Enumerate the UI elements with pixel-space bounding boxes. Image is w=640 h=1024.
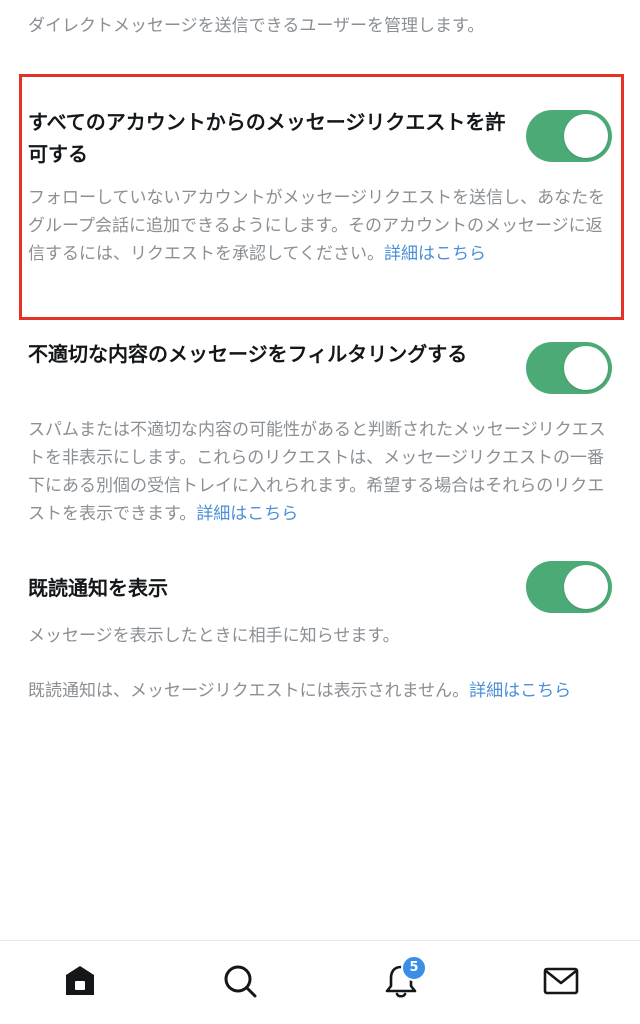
bottom-tab-bar: 5 — [0, 940, 640, 1024]
filter-messages-toggle[interactable] — [526, 342, 612, 394]
home-icon — [66, 966, 94, 995]
messages-icon — [543, 967, 579, 995]
tab-notifications[interactable]: 5 — [379, 955, 427, 1003]
search-icon — [224, 965, 257, 998]
setting-desc-filter: スパムまたは不適切な内容の可能性があると判断されたメッセージリクエストを非表示に… — [28, 420, 606, 524]
toggle-knob — [564, 565, 608, 609]
tab-search[interactable] — [218, 959, 262, 1003]
learn-more-link[interactable]: 詳細はこちら — [196, 504, 298, 524]
notification-badge: 5 — [401, 955, 427, 981]
read-receipts-toggle[interactable] — [526, 561, 612, 613]
setting-note-read-receipts: 既読通知は、メッセージリクエストには表示されません。詳細はこちら — [28, 681, 572, 701]
tab-home[interactable] — [58, 959, 102, 1003]
dm-settings-page: ダイレクトメッセージを送信できるユーザーを管理します。 すべてのアカウントからの… — [0, 0, 640, 1024]
intro-text: ダイレクトメッセージを送信できるユーザーを管理します。 — [28, 16, 485, 36]
setting-desc-read-receipts: メッセージを表示したときに相手に知らせます。 — [28, 626, 400, 646]
toggle-knob — [564, 346, 608, 390]
setting-title-filter: 不適切な内容のメッセージをフィルタリングする — [28, 342, 468, 366]
tab-messages[interactable] — [539, 959, 583, 1003]
learn-more-link[interactable]: 詳細はこちら — [469, 681, 571, 701]
setting-title-read-receipts: 既読通知を表示 — [28, 576, 168, 600]
highlight-box — [19, 74, 624, 320]
